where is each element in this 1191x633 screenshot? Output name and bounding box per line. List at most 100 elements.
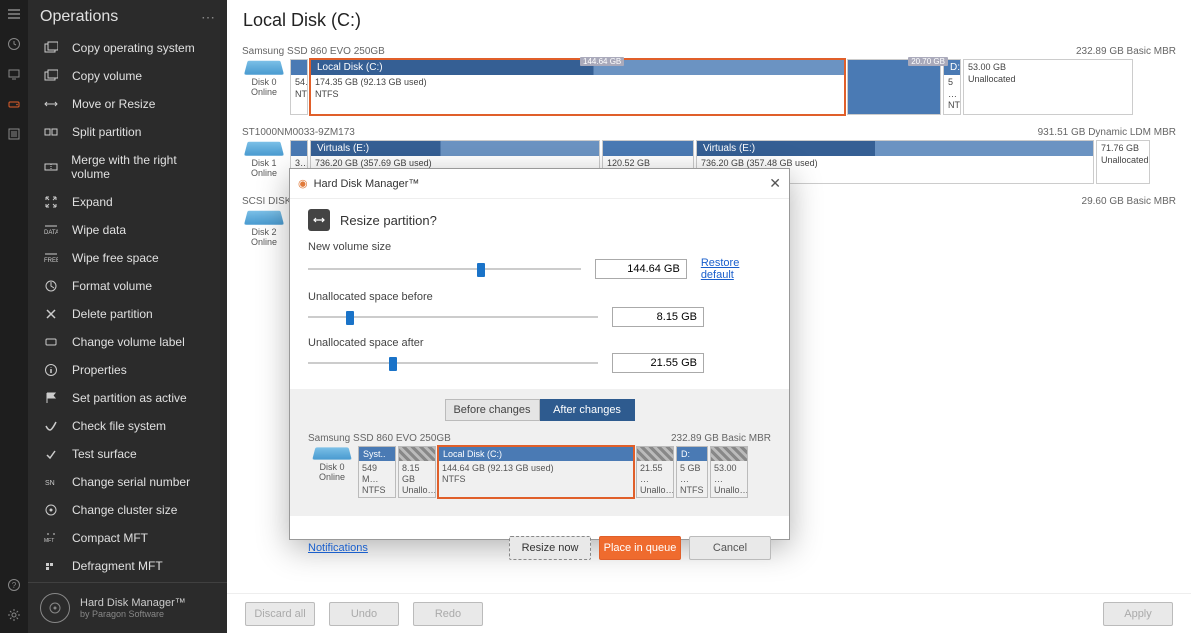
size-slider[interactable] xyxy=(308,310,598,324)
clock-icon[interactable] xyxy=(6,36,22,52)
partition-bar xyxy=(399,447,435,461)
place-in-queue-button[interactable]: Place in queue xyxy=(599,536,681,560)
sidebar-item-label: Set partition as active xyxy=(72,391,187,405)
expand-icon xyxy=(42,195,60,209)
disk-label: Disk 2 xyxy=(251,227,276,237)
svg-text:MFT: MFT xyxy=(44,538,54,544)
disk-name: ST1000NM0033-9ZM173 xyxy=(242,127,355,138)
brand-title: Hard Disk Manager™ xyxy=(80,597,186,609)
partition[interactable]: Local Disk (C:)174.35 GB (92.13 GB used)… xyxy=(310,59,845,115)
sidebar-item-format[interactable]: Format volume xyxy=(28,272,227,300)
apply-button[interactable]: Apply xyxy=(1103,602,1173,626)
disk-label: Disk 0 xyxy=(251,77,276,87)
partition-bar: Virtuals (E:) xyxy=(697,141,1093,156)
close-icon[interactable]: ✕ xyxy=(769,175,781,192)
size-input[interactable] xyxy=(612,353,704,373)
cluster-icon xyxy=(42,503,60,517)
sidebar-item-test[interactable]: Test surface xyxy=(28,440,227,468)
sidebar-item-label: Change cluster size xyxy=(72,503,177,517)
notifications-link[interactable]: Notifications xyxy=(308,542,368,554)
copy-os-icon xyxy=(42,41,60,55)
left-rail: ? xyxy=(0,0,28,633)
partition-size: 53.00 … xyxy=(714,463,744,485)
partition-bar xyxy=(711,447,747,461)
size-input[interactable] xyxy=(595,259,687,279)
disk-icon[interactable] xyxy=(6,96,22,112)
preview-partition[interactable]: Local Disk (C:)144.64 GB (92.13 GB used)… xyxy=(438,446,634,498)
partition[interactable]: D:5 …NT… xyxy=(943,59,961,115)
partition-fs: Unallocated xyxy=(1101,155,1145,167)
size-slider[interactable] xyxy=(308,262,581,276)
menu-icon[interactable] xyxy=(6,6,22,22)
partition-size: 144.64 GB (92.13 GB used) xyxy=(442,463,630,474)
field-label: New volume size xyxy=(308,241,771,253)
sidebar-item-merge[interactable]: Merge with the right volume xyxy=(28,146,227,188)
tab-before-changes[interactable]: Before changes xyxy=(445,399,540,421)
copy-volume-icon xyxy=(42,69,60,83)
size-slider[interactable] xyxy=(308,356,598,370)
disk-info: Disk 2Online xyxy=(240,209,288,247)
sidebar-item-serial[interactable]: SNChange serial number xyxy=(28,468,227,496)
svg-text:?: ? xyxy=(12,581,17,590)
sidebar-item-label: Merge with the right volume xyxy=(71,153,213,181)
sidebar-item-label: Format volume xyxy=(72,279,152,293)
restore-default-link[interactable]: Restore default xyxy=(701,257,771,281)
disk-info: Disk 1Online xyxy=(240,140,288,184)
monitor-icon[interactable] xyxy=(6,66,22,82)
sidebar-item-copy-os[interactable]: Copy operating system xyxy=(28,34,227,62)
sidebar-item-check[interactable]: Check file system xyxy=(28,412,227,440)
disk-name: Samsung SSD 860 EVO 250GB xyxy=(242,46,385,57)
discard-all-button[interactable]: Discard all xyxy=(245,602,315,626)
check-icon xyxy=(42,419,60,433)
partition-fs: Unallo… xyxy=(402,485,432,496)
sidebar-item-label: Test surface xyxy=(72,447,137,461)
sidebar-item-delete[interactable]: Delete partition xyxy=(28,300,227,328)
partition[interactable]: 71.76 GBUnallocated xyxy=(1096,140,1150,184)
partition-unallocated[interactable] xyxy=(847,59,941,115)
partition-fs: Unallo… xyxy=(640,485,670,496)
sidebar-item-copy-volume[interactable]: Copy volume xyxy=(28,62,227,90)
sidebar-item-move-resize[interactable]: Move or Resize xyxy=(28,90,227,118)
tab-after-changes[interactable]: After changes xyxy=(540,399,635,421)
list-icon[interactable] xyxy=(6,126,22,142)
resize-now-button[interactable]: Resize now xyxy=(509,536,591,560)
sidebar-item-defrag[interactable]: Defragment MFT xyxy=(28,552,227,580)
settings-icon[interactable] xyxy=(6,607,22,623)
sidebar-item-label: Expand xyxy=(72,195,113,209)
partition[interactable]: 54…NT… xyxy=(290,59,308,115)
app-icon: ◉ xyxy=(298,177,308,190)
more-icon[interactable]: ⋯ xyxy=(201,9,215,26)
sidebar-item-wipe-free[interactable]: FREEWipe free space xyxy=(28,244,227,272)
sidebar-item-label: Delete partition xyxy=(72,307,153,321)
partition[interactable]: 53.00 GBUnallocated xyxy=(963,59,1133,115)
sidebar-item-label: Move or Resize xyxy=(72,97,155,111)
preview-partition-unallocated[interactable]: 8.15 GBUnallo… xyxy=(398,446,436,498)
sidebar-item-info[interactable]: Properties xyxy=(28,356,227,384)
size-input[interactable] xyxy=(612,307,704,327)
sidebar-item-wipe-data[interactable]: DATAWipe data xyxy=(28,216,227,244)
branding: Hard Disk Manager™ by Paragon Software xyxy=(28,582,227,633)
size-tag: 20.70 GB xyxy=(908,57,948,66)
redo-button[interactable]: Redo xyxy=(413,602,483,626)
field-label: Unallocated space before xyxy=(308,291,771,303)
partition-size: 71.76 GB xyxy=(1101,143,1145,155)
help-icon[interactable]: ? xyxy=(6,577,22,593)
sidebar-item-expand[interactable]: Expand xyxy=(28,188,227,216)
disk-status: Online xyxy=(251,168,277,178)
preview-partition-unallocated[interactable]: 21.55 …Unallo… xyxy=(636,446,674,498)
cancel-button[interactable]: Cancel xyxy=(689,536,771,560)
partition-fs: NTFS xyxy=(362,485,392,496)
sidebar-item-flag[interactable]: Set partition as active xyxy=(28,384,227,412)
undo-button[interactable]: Undo xyxy=(329,602,399,626)
partition-fs: Unallocated xyxy=(968,74,1128,86)
sidebar-item-split[interactable]: Split partition xyxy=(28,118,227,146)
partition-fs: Unallo… xyxy=(714,485,744,496)
partition-size: 5 GB … xyxy=(680,463,704,485)
preview-partition[interactable]: Syst..549 M…NTFS xyxy=(358,446,396,498)
preview-partition[interactable]: D:5 GB …NTFS xyxy=(676,446,708,498)
compact-icon: MFT xyxy=(42,531,60,545)
sidebar-item-label[interactable]: Change volume label xyxy=(28,328,227,356)
sidebar-item-cluster[interactable]: Change cluster size xyxy=(28,496,227,524)
preview-partition-unallocated[interactable]: 53.00 …Unallo… xyxy=(710,446,748,498)
sidebar-item-compact[interactable]: MFTCompact MFT xyxy=(28,524,227,552)
